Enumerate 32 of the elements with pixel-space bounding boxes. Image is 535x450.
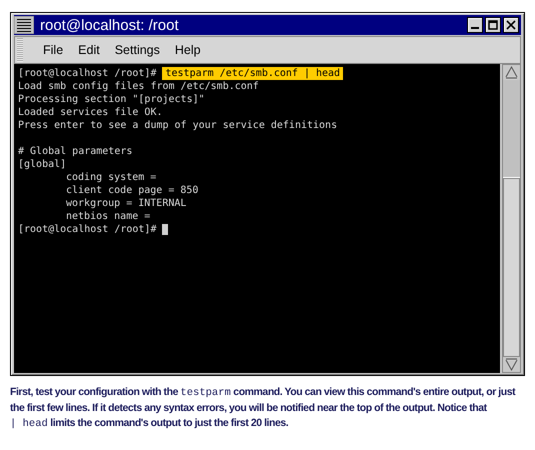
menu-item[interactable]: File: [37, 43, 72, 57]
menu-item[interactable]: Settings: [108, 43, 169, 57]
output-line: coding system =: [66, 171, 156, 184]
scroll-bar[interactable]: [502, 64, 521, 373]
menu-item[interactable]: Help: [168, 43, 210, 57]
scroll-up-icon[interactable]: [504, 65, 519, 80]
close-icon: [506, 20, 516, 30]
maximize-icon: [488, 20, 498, 30]
window-menu-icon[interactable]: [14, 16, 34, 34]
output-line: netbios name =: [66, 210, 150, 223]
output-line: workgroup = INTERNAL: [66, 197, 186, 210]
output-line: # Global parameters: [18, 145, 132, 158]
maximize-button[interactable]: [485, 17, 501, 33]
highlighted-command: testparm /etc/smb.conf | head: [162, 67, 344, 80]
menu-grip-icon[interactable]: [17, 38, 23, 62]
shell-prompt: [root@localhost /root]#: [18, 223, 156, 236]
menu-item[interactable]: Edit: [72, 43, 109, 57]
figure-caption: First, test your configuration with the testparm command. You can view this command's entire output, or just the first few lines. If it detects any syntax errors, you will be notified near the top of the output. Notice that | head limits the command's output to just the first 20 lines.: [10, 385, 516, 432]
minimize-button[interactable]: [467, 17, 483, 33]
minimize-icon: [471, 27, 479, 29]
output-line: Press enter to see a dump of your service definitions: [18, 119, 338, 132]
output-line: Loaded services file OK.: [18, 106, 162, 119]
output-line: Processing section "[projects]": [18, 93, 205, 106]
output-line: Load smb config files from /etc/smb.conf: [18, 80, 259, 93]
scroll-thumb[interactable]: [503, 80, 520, 178]
window-title: root@localhost: /root: [40, 16, 180, 34]
shell-prompt: [root@localhost /root]#: [18, 67, 156, 80]
output-line: client code page = 850: [66, 184, 198, 197]
scroll-down-icon[interactable]: [504, 357, 519, 372]
close-button[interactable]: [503, 17, 519, 33]
terminal-screen[interactable]: [14, 64, 500, 373]
output-line: [global]: [18, 158, 66, 171]
